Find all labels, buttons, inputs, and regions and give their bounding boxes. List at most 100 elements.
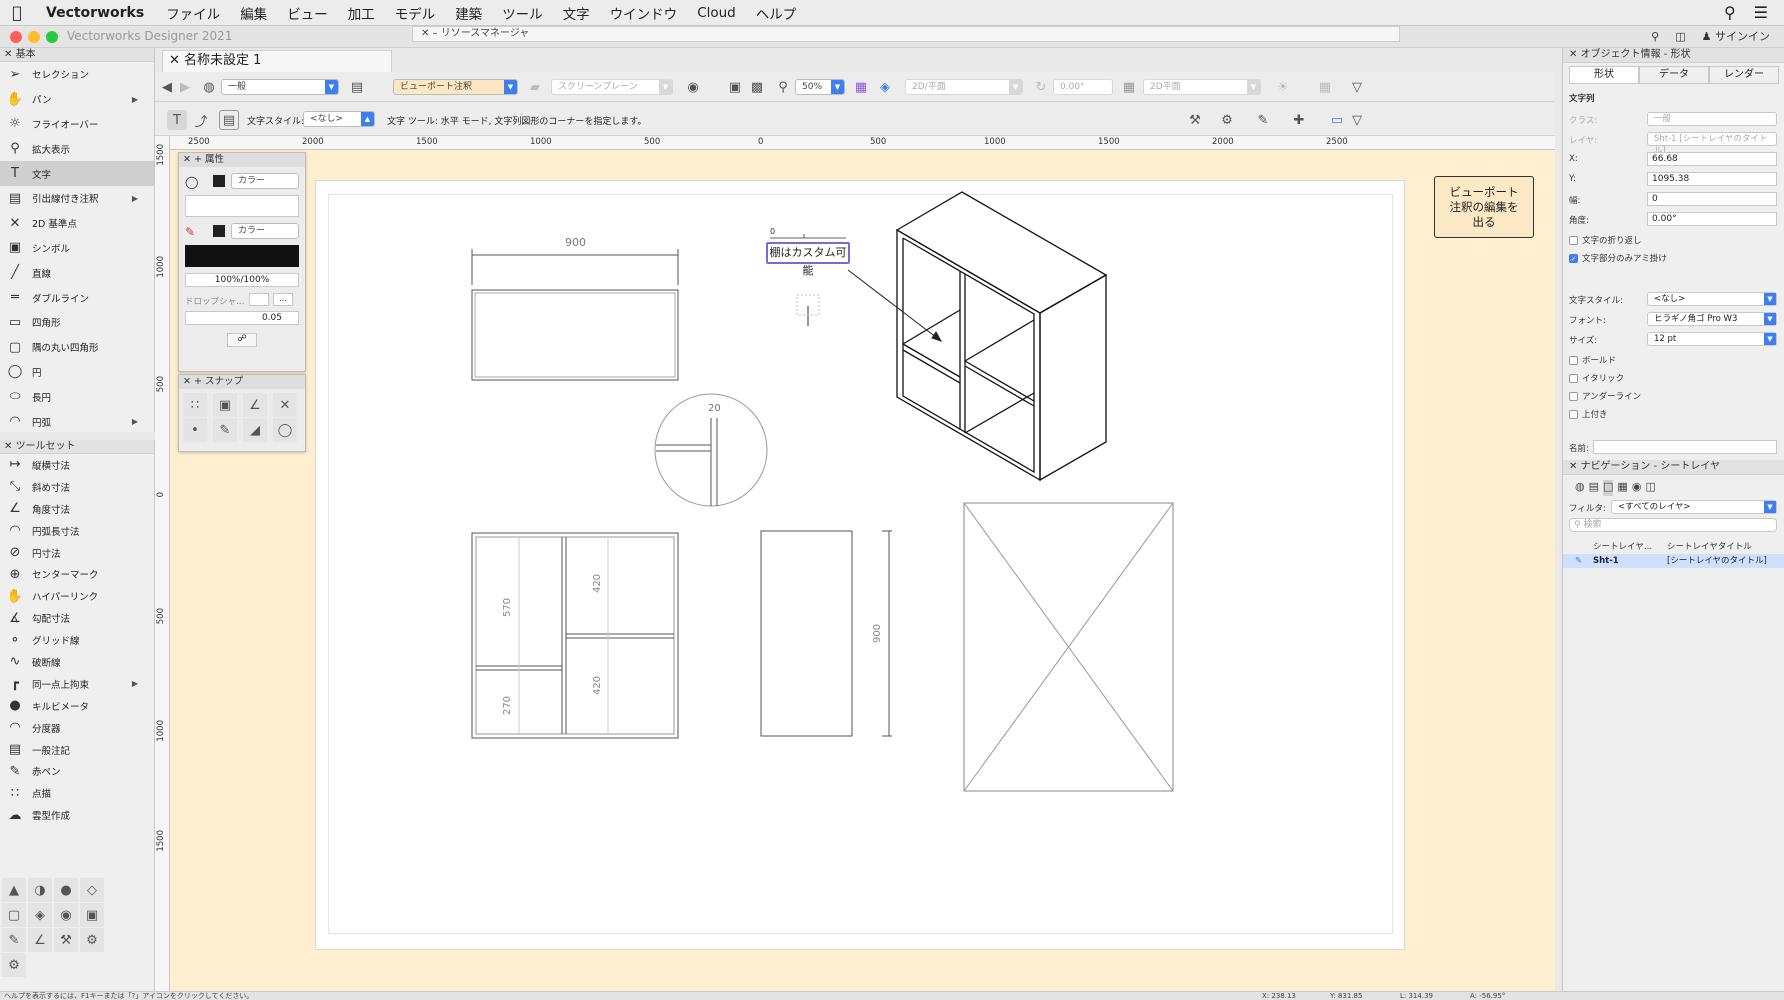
y-field[interactable]: 1095.38: [1647, 172, 1777, 186]
wrap-checkbox-box[interactable]: [1569, 235, 1578, 245]
tool-line[interactable]: ╱ 直線: [0, 260, 154, 285]
chevron-down-icon[interactable]: ▽: [1347, 110, 1367, 130]
tool-symbol[interactable]: ▣ シンボル: [0, 236, 154, 261]
text-format-icon[interactable]: ▤: [219, 110, 239, 130]
line-weight-field[interactable]: 0.05: [185, 311, 299, 325]
site-model-icon[interactable]: ▲: [2, 878, 26, 902]
underline-checkbox[interactable]: アンダーライン: [1569, 390, 1641, 402]
fill-swatch[interactable]: [213, 175, 225, 187]
eyedropper-icon[interactable]: ✎: [1253, 110, 1273, 130]
text-style-select[interactable]: <なし> ▲: [303, 111, 375, 127]
apple-icon[interactable]: : [0, 3, 34, 22]
tool-arrow[interactable]: ➢ セレクション: [0, 62, 154, 87]
snap-object-icon[interactable]: ▣: [213, 393, 237, 417]
bold-checkbox[interactable]: ボールド: [1569, 354, 1616, 366]
wrap-checkbox[interactable]: 文字の折り返し: [1569, 234, 1642, 246]
toolset-item[interactable]: ⤡ 斜め寸法: [0, 476, 154, 498]
snap-angle-icon[interactable]: ∠: [243, 393, 267, 417]
text-mode-horizontal-icon[interactable]: T: [167, 110, 187, 130]
rotate-icon[interactable]: ↻: [1031, 77, 1051, 97]
side-elevation[interactable]: [760, 530, 853, 737]
nav-col-title[interactable]: シートレイヤタイトル: [1667, 540, 1752, 552]
lock-icon[interactable]: ◫: [1675, 30, 1685, 43]
render-icon[interactable]: ▦: [1119, 77, 1139, 97]
drop-shadow-settings-button[interactable]: …: [273, 293, 293, 306]
zoom-region-icon[interactable]: ▩: [747, 77, 767, 97]
signin-button[interactable]: ♟ サインイン: [1702, 28, 1770, 44]
nav-sheet-layer-icon[interactable]: □: [1603, 480, 1614, 496]
toolset-item[interactable]: ∿ 破断線: [0, 651, 154, 673]
tool-hand[interactable]: ✋ パン ▶: [0, 87, 154, 112]
back-arrow-icon[interactable]: ◀: [157, 77, 177, 97]
pen-preview[interactable]: [185, 245, 299, 267]
plane-select[interactable]: スクリーンプレーン ▼: [551, 79, 673, 95]
toolset-item[interactable]: ⚬ グリッド線: [0, 629, 154, 651]
toolset-item[interactable]: ∡ 勾配寸法: [0, 607, 154, 629]
nav-row-sht-1[interactable]: ✎ Sht-1 [シートレイヤのタイトル]: [1563, 554, 1784, 568]
building-icon[interactable]: ▢: [2, 903, 26, 927]
flyout-arrow-icon[interactable]: ▶: [132, 679, 138, 688]
pen-swatch[interactable]: [213, 225, 225, 237]
tab-shape[interactable]: 形状: [1569, 66, 1639, 84]
view-select[interactable]: 2D/平面 ▼: [905, 79, 1023, 95]
tab-render[interactable]: レンダー: [1709, 66, 1779, 84]
drop-shadow-toggle[interactable]: [249, 293, 269, 306]
flyout-arrow-icon[interactable]: ▶: [132, 417, 138, 426]
snap-grid-icon[interactable]: ∷: [183, 393, 207, 417]
top-view-rect[interactable]: [471, 289, 679, 381]
projection-icon[interactable]: ▦: [1315, 77, 1335, 97]
tool-double-line[interactable]: ═ ダブルライン: [0, 285, 154, 310]
menu-edit[interactable]: 編集: [230, 3, 277, 23]
chevron-down-icon[interactable]: ▽: [1347, 77, 1367, 97]
nav-viewport-icon[interactable]: ◉: [1632, 480, 1642, 496]
view-icon[interactable]: ◉: [683, 77, 703, 97]
control-center-icon[interactable]: ☰: [1754, 3, 1768, 22]
italic-checkbox[interactable]: イタリック: [1569, 372, 1624, 384]
toolset-item[interactable]: ∠ 角度寸法: [0, 498, 154, 520]
exit-viewport-annotation-button[interactable]: ビューポート 注釈の編集を 出る: [1434, 176, 1534, 238]
snap-edge-icon[interactable]: ◢: [243, 418, 267, 442]
color-icon[interactable]: ◈: [28, 903, 52, 927]
bold-checkbox-box[interactable]: [1569, 355, 1578, 365]
underline-checkbox-box[interactable]: [1569, 391, 1578, 401]
name-field[interactable]: [1593, 440, 1777, 454]
wrench-icon[interactable]: ⚒: [54, 928, 78, 952]
toolset-item[interactable]: ▤ 一般注記: [0, 739, 154, 761]
nav-class-icon[interactable]: ◍: [1575, 480, 1585, 496]
diamond-icon[interactable]: ◇: [80, 878, 104, 902]
gear-icon[interactable]: ⚙: [2, 953, 26, 977]
class-field[interactable]: 一般: [1647, 112, 1777, 126]
tool-rectangle[interactable]: ▭ 四角形: [0, 310, 154, 335]
tool-locus[interactable]: ✕ 2D 基準点: [0, 211, 154, 236]
tool-arc[interactable]: ◠ 円弧 ▶: [0, 409, 154, 434]
lighting-icon[interactable]: ☀: [1273, 77, 1293, 97]
box-icon[interactable]: ▣: [80, 903, 104, 927]
tool-callout[interactable]: ▤ 引出線付き注釈 ▶: [0, 186, 154, 211]
menu-tools[interactable]: ツール: [492, 3, 553, 23]
forward-arrow-icon[interactable]: ▶: [175, 77, 195, 97]
isometric-shelf[interactable]: [895, 191, 1108, 482]
search-icon[interactable]: ⚲: [1724, 3, 1736, 22]
link-icon[interactable]: ☍: [227, 333, 257, 347]
toolset-item[interactable]: ⊕ センターマーク: [0, 563, 154, 585]
document-tab[interactable]: ✕ 名称未設定 1: [162, 50, 392, 72]
mask-checkbox-box[interactable]: ✓: [1569, 253, 1578, 263]
zoom-window-button[interactable]: [46, 31, 58, 43]
settings-gear-icon[interactable]: ⚙: [1217, 110, 1237, 130]
menu-file[interactable]: ファイル: [156, 3, 230, 23]
tool-rounded-rect[interactable]: ▢ 隅の丸い四角形: [0, 335, 154, 360]
annotation-text-box[interactable]: 棚はカスタム可能: [766, 242, 850, 277]
balloon-icon[interactable]: ◉: [54, 903, 78, 927]
layer-field[interactable]: Sht-1 [シートレイヤのタイトル]: [1647, 132, 1777, 156]
fit-icon[interactable]: ▣: [725, 77, 745, 97]
toolset-item[interactable]: ✎ 赤ペン: [0, 760, 154, 782]
tool-flyover[interactable]: ☼ フライオーバー: [0, 112, 154, 137]
drawing-canvas[interactable]: 900 20 570 420 420 270 900 0 棚はカスタム可能 ビュ…: [170, 150, 1555, 991]
angle-field[interactable]: 0.00°: [1647, 212, 1777, 226]
width-field[interactable]: 0: [1647, 192, 1777, 206]
fill-preview[interactable]: [185, 195, 299, 217]
toolset-item[interactable]: ⊘ 円寸法: [0, 542, 154, 564]
superscript-checkbox[interactable]: 上付き: [1569, 408, 1608, 420]
nav-reference-icon[interactable]: ◫: [1645, 480, 1655, 496]
snap-tangent-icon[interactable]: ◯: [273, 418, 297, 442]
